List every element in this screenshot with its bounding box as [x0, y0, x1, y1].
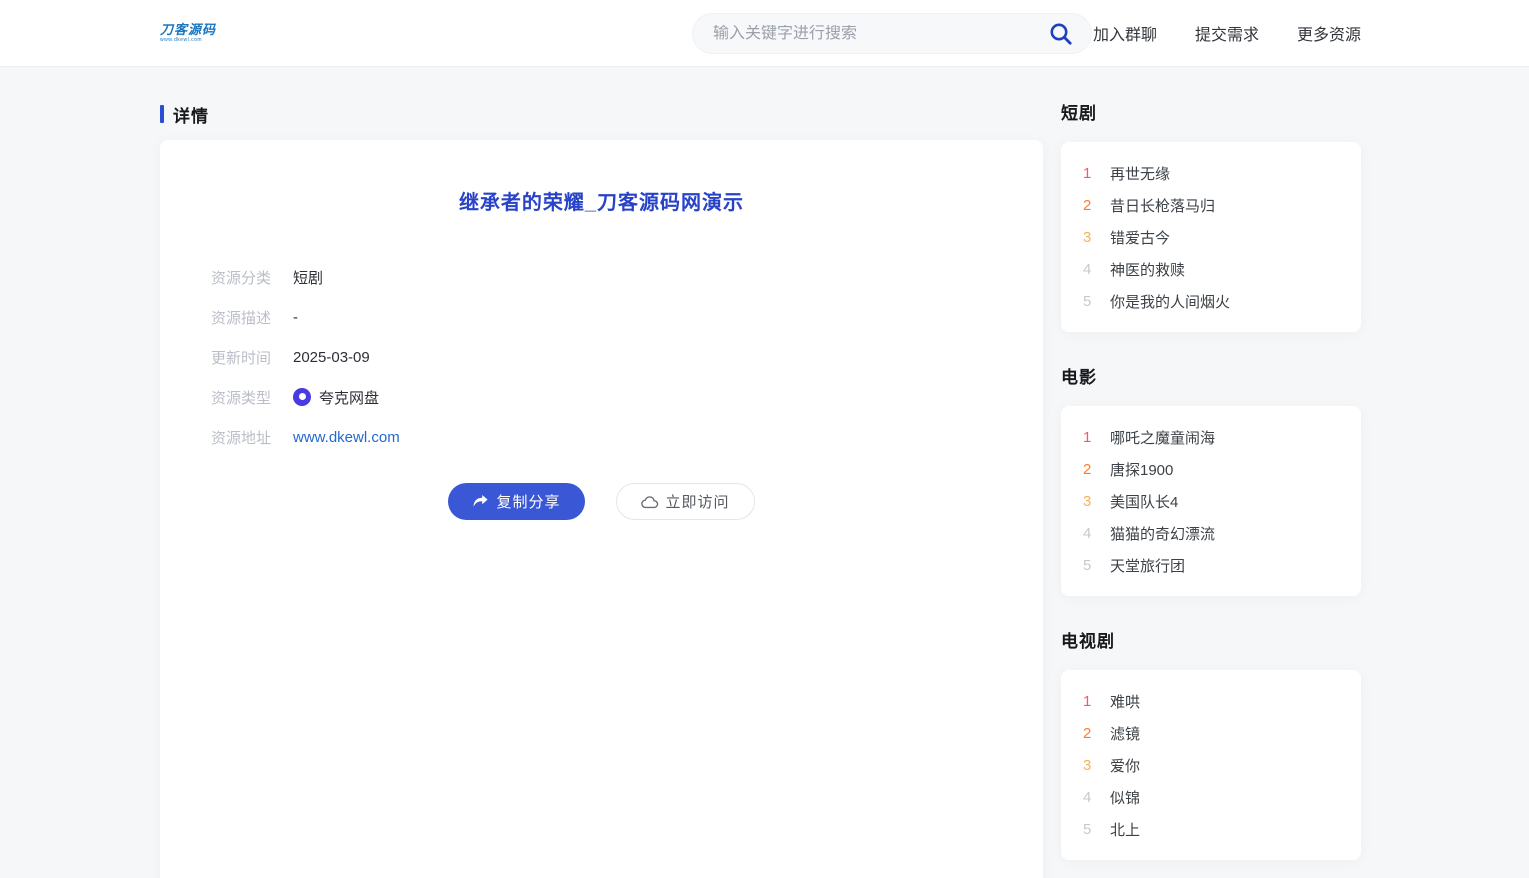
field-updated-value: 2025-03-09	[293, 349, 370, 366]
field-updated-label: 更新时间	[211, 347, 273, 368]
resource-title: 继承者的荣耀_刀客源码网演示	[160, 186, 1043, 215]
resource-fields: 资源分类 短剧 资源描述 - 更新时间 2025-03-09 资源类型 夸克网盘	[211, 257, 1043, 457]
rank-number: 3	[1083, 493, 1101, 510]
list-item[interactable]: 5 天堂旅行团	[1061, 549, 1361, 581]
field-updated: 更新时间 2025-03-09	[211, 337, 1043, 377]
list-item[interactable]: 4 猫猫的奇幻漂流	[1061, 517, 1361, 549]
nav-submit-request[interactable]: 提交需求	[1195, 21, 1259, 45]
sidebar-section-movie: 电影 1 哪吒之魔童闹海 2 唐探1900 3 美国队长4 4 猫猫的奇幻漂流	[1061, 368, 1361, 596]
detail-section-title: 详情	[173, 102, 209, 127]
top-nav: 加入群聊 提交需求 更多资源	[1093, 21, 1361, 45]
field-address: 资源地址 www.dkewl.com	[211, 417, 1043, 457]
rank-number: 2	[1083, 725, 1101, 742]
field-category: 资源分类 短剧	[211, 257, 1043, 297]
field-description-label: 资源描述	[211, 307, 273, 328]
field-category-label: 资源分类	[211, 267, 273, 288]
rank-item-label: 你是我的人间烟火	[1110, 291, 1230, 312]
list-item[interactable]: 4 似锦	[1061, 781, 1361, 813]
field-type-text: 夸克网盘	[319, 387, 379, 408]
rank-number: 4	[1083, 261, 1101, 278]
field-type: 资源类型 夸克网盘	[211, 377, 1043, 417]
rank-item-label: 滤镜	[1110, 723, 1140, 744]
rank-list-tv: 1 难哄 2 滤镜 3 爱你 4 似锦 5 北上	[1061, 670, 1361, 860]
rank-item-label: 难哄	[1110, 691, 1140, 712]
rank-list-movie: 1 哪吒之魔童闹海 2 唐探1900 3 美国队长4 4 猫猫的奇幻漂流 5	[1061, 406, 1361, 596]
rank-number: 5	[1083, 557, 1101, 574]
list-item[interactable]: 1 难哄	[1061, 685, 1361, 717]
site-logo-subtitle: www.dkewl.com	[160, 37, 220, 43]
rank-item-label: 再世无缘	[1110, 163, 1170, 184]
rank-item-label: 神医的救赎	[1110, 259, 1185, 280]
search-box	[692, 13, 1092, 54]
sidebar-section-title: 电影	[1061, 368, 1361, 388]
rank-item-label: 昔日长枪落马归	[1110, 195, 1215, 216]
list-item[interactable]: 3 美国队长4	[1061, 485, 1361, 517]
cloud-icon	[641, 495, 659, 509]
rank-item-label: 天堂旅行团	[1110, 555, 1185, 576]
sidebar-section-duanju: 短剧 1 再世无缘 2 昔日长枪落马归 3 错爱古今 4 神医的救赎	[1061, 104, 1361, 332]
sidebar-section-title: 电视剧	[1061, 632, 1361, 652]
list-item[interactable]: 4 神医的救赎	[1061, 253, 1361, 285]
site-logo-title: 刀客源码	[160, 23, 220, 37]
rank-item-label: 哪吒之魔童闹海	[1110, 427, 1215, 448]
field-address-label: 资源地址	[211, 427, 273, 448]
rank-item-label: 爱你	[1110, 755, 1140, 776]
rank-list-duanju: 1 再世无缘 2 昔日长枪落马归 3 错爱古今 4 神医的救赎 5 你是我的	[1061, 142, 1361, 332]
section-accent-bar	[160, 105, 164, 123]
quark-drive-icon	[293, 388, 311, 406]
share-icon	[472, 494, 489, 509]
top-header: 刀客源码 www.dkewl.com 加入群聊 提交需求 更多资源	[0, 0, 1529, 67]
rank-number: 5	[1083, 821, 1101, 838]
list-item[interactable]: 2 昔日长枪落马归	[1061, 189, 1361, 221]
page-content: 详情 继承者的荣耀_刀客源码网演示 资源分类 短剧 资源描述 - 更新时间 20…	[0, 67, 1529, 878]
action-buttons: 复制分享 立即访问	[160, 483, 1043, 520]
rank-item-label: 北上	[1110, 819, 1140, 840]
list-item[interactable]: 1 再世无缘	[1061, 157, 1361, 189]
rank-number: 3	[1083, 229, 1101, 246]
search-input[interactable]	[713, 25, 1047, 43]
rank-item-label: 唐探1900	[1110, 459, 1173, 480]
rank-number: 2	[1083, 197, 1101, 214]
nav-more-resources[interactable]: 更多资源	[1297, 21, 1361, 45]
list-item[interactable]: 3 爱你	[1061, 749, 1361, 781]
list-item[interactable]: 1 哪吒之魔童闹海	[1061, 421, 1361, 453]
sidebar-section-title: 短剧	[1061, 104, 1361, 124]
field-description: 资源描述 -	[211, 297, 1043, 337]
list-item[interactable]: 5 你是我的人间烟火	[1061, 285, 1361, 317]
rank-item-label: 错爱古今	[1110, 227, 1170, 248]
rank-number: 3	[1083, 757, 1101, 774]
rank-item-label: 似锦	[1110, 787, 1140, 808]
resource-url-link[interactable]: www.dkewl.com	[293, 429, 400, 446]
rank-number: 1	[1083, 165, 1101, 182]
rank-number: 4	[1083, 789, 1101, 806]
copy-share-label: 复制分享	[496, 491, 560, 512]
sidebar: 短剧 1 再世无缘 2 昔日长枪落马归 3 错爱古今 4 神医的救赎	[1061, 104, 1361, 860]
detail-card: 继承者的荣耀_刀客源码网演示 资源分类 短剧 资源描述 - 更新时间 2025-…	[160, 140, 1043, 878]
visit-now-button[interactable]: 立即访问	[616, 483, 755, 520]
detail-section-header: 详情	[160, 104, 1043, 124]
rank-number: 5	[1083, 293, 1101, 310]
site-logo[interactable]: 刀客源码 www.dkewl.com	[160, 23, 220, 43]
rank-item-label: 猫猫的奇幻漂流	[1110, 523, 1215, 544]
rank-number: 1	[1083, 429, 1101, 446]
search-icon	[1048, 21, 1074, 47]
field-category-value: 短剧	[293, 267, 323, 288]
list-item[interactable]: 5 北上	[1061, 813, 1361, 845]
field-description-value: -	[293, 309, 298, 326]
rank-number: 1	[1083, 693, 1101, 710]
sidebar-section-tv: 电视剧 1 难哄 2 滤镜 3 爱你 4 似锦	[1061, 632, 1361, 860]
list-item[interactable]: 3 错爱古今	[1061, 221, 1361, 253]
rank-number: 4	[1083, 525, 1101, 542]
rank-number: 2	[1083, 461, 1101, 478]
copy-share-button[interactable]: 复制分享	[448, 483, 584, 520]
list-item[interactable]: 2 唐探1900	[1061, 453, 1361, 485]
field-type-label: 资源类型	[211, 387, 273, 408]
list-item[interactable]: 2 滤镜	[1061, 717, 1361, 749]
detail-column: 详情 继承者的荣耀_刀客源码网演示 资源分类 短剧 资源描述 - 更新时间 20…	[160, 104, 1043, 878]
field-type-value: 夸克网盘	[293, 387, 379, 408]
search-button[interactable]	[1047, 20, 1075, 48]
visit-now-label: 立即访问	[666, 491, 730, 512]
rank-item-label: 美国队长4	[1110, 491, 1178, 512]
nav-join-group[interactable]: 加入群聊	[1093, 21, 1157, 45]
